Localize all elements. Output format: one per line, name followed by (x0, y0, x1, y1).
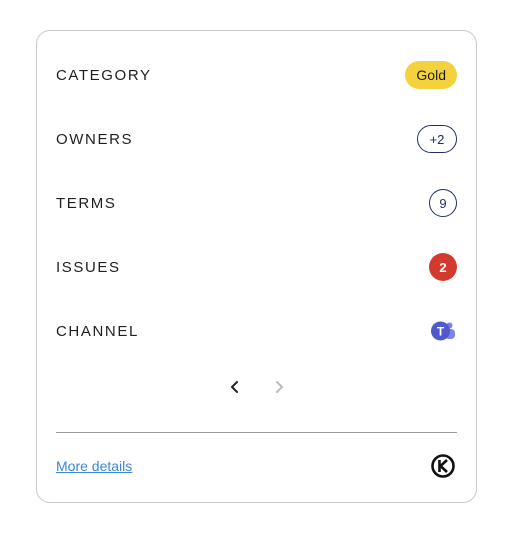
category-row: CATEGORY Gold (56, 59, 457, 91)
microsoft-teams-icon[interactable]: T (429, 317, 457, 345)
issues-badge[interactable]: 2 (429, 253, 457, 281)
chevron-right-icon[interactable] (268, 376, 290, 398)
category-badge[interactable]: Gold (405, 61, 457, 89)
terms-label: TERMS (56, 194, 117, 212)
svg-text:T: T (437, 325, 445, 339)
category-label: CATEGORY (56, 66, 152, 84)
terms-row: TERMS 9 (56, 187, 457, 219)
info-card: CATEGORY Gold OWNERS +2 TERMS 9 ISSUES 2… (36, 30, 477, 503)
more-details-link[interactable]: More details (56, 458, 132, 474)
channel-label: CHANNEL (56, 322, 139, 340)
owners-row: OWNERS +2 (56, 123, 457, 155)
footer-divider (56, 432, 457, 433)
owners-label: OWNERS (56, 130, 134, 148)
channel-row: CHANNEL T (56, 315, 457, 347)
k-circle-logo-icon (429, 452, 457, 480)
issues-label: ISSUES (56, 258, 121, 276)
issues-row: ISSUES 2 (56, 251, 457, 283)
owners-badge[interactable]: +2 (417, 125, 457, 153)
card-footer: More details (56, 451, 457, 481)
chevron-left-icon[interactable] (224, 376, 246, 398)
pagination (37, 372, 476, 402)
terms-badge[interactable]: 9 (429, 189, 457, 217)
